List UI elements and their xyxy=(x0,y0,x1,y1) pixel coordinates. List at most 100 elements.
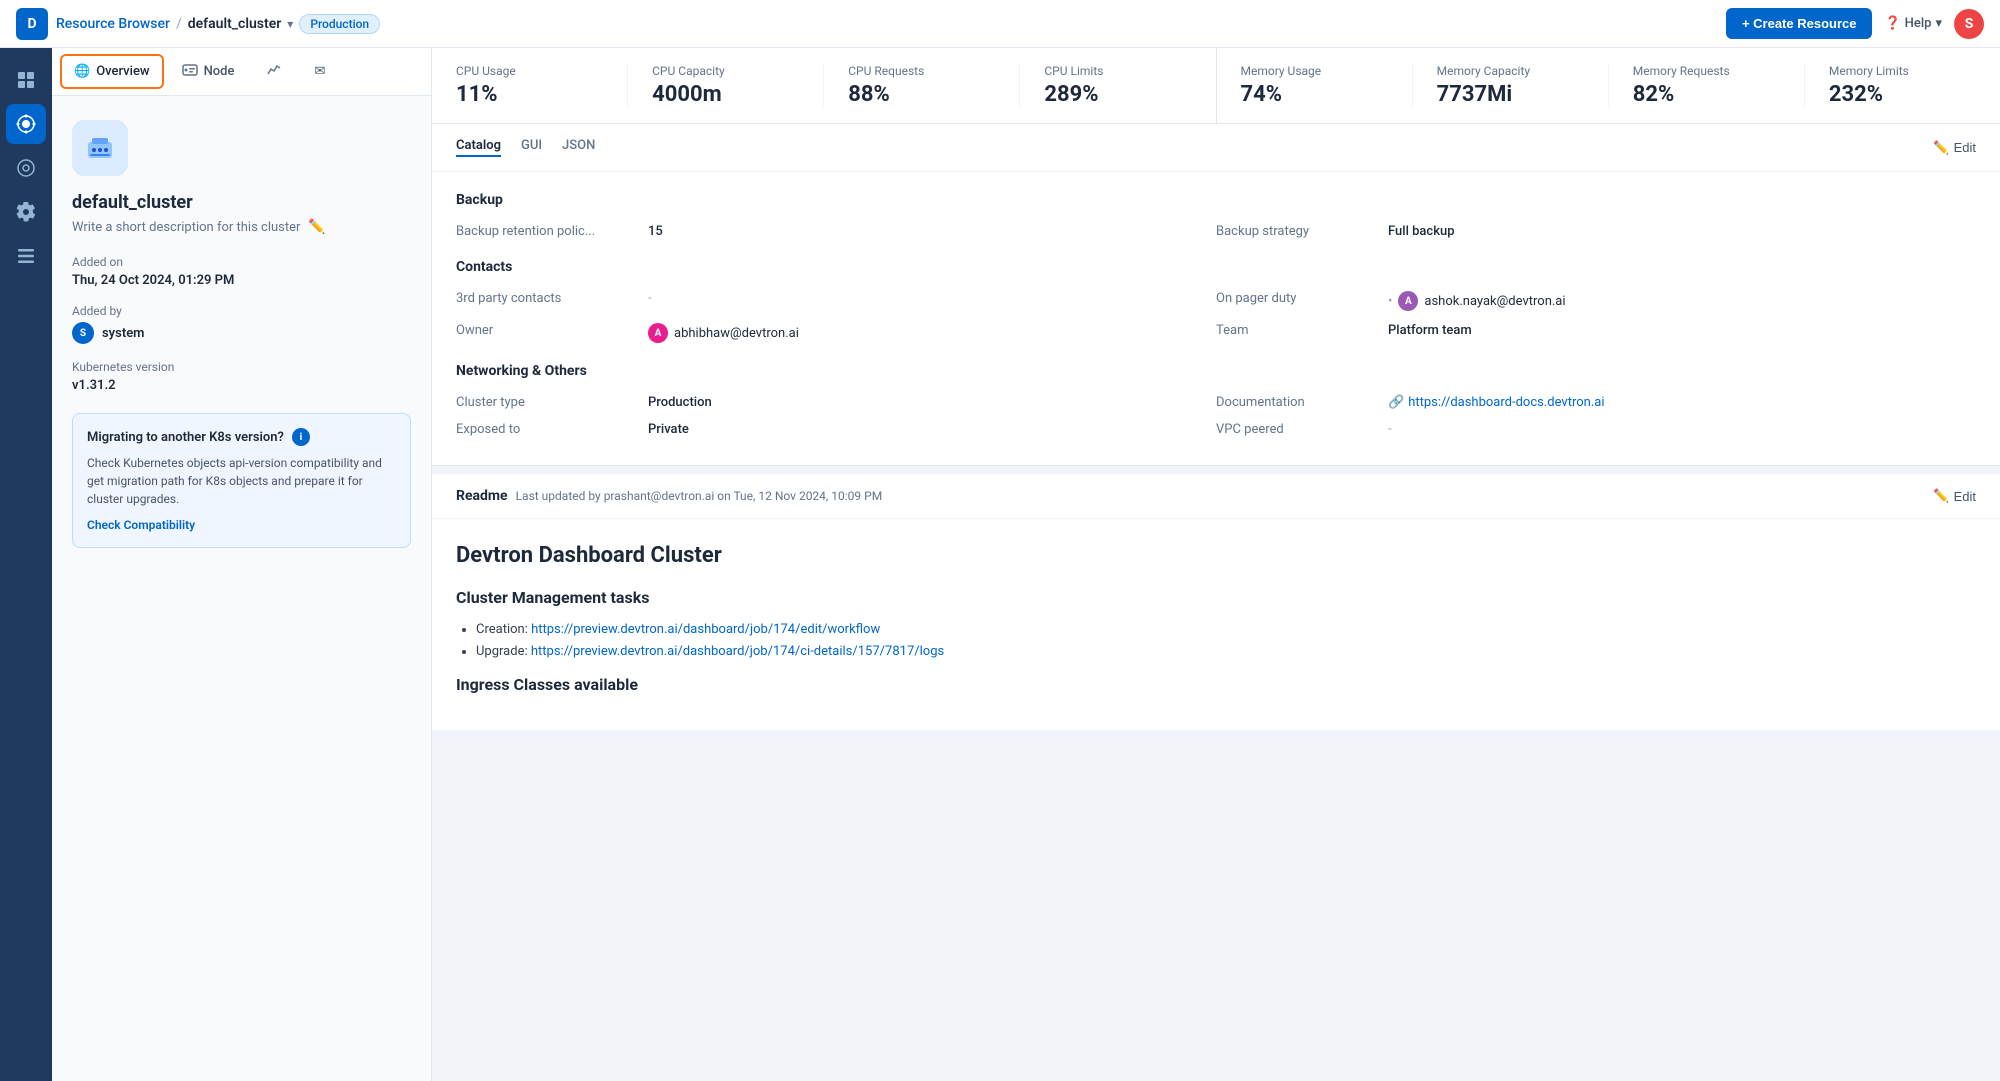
on-pager-duty-label: On pager duty xyxy=(1216,291,1376,306)
added-on-label: Added on xyxy=(72,255,411,269)
cpu-capacity-value: 4000m xyxy=(652,82,799,107)
cluster-name-breadcrumb: default_cluster xyxy=(188,16,282,32)
cpu-requests-label: CPU Requests xyxy=(848,64,995,78)
help-label: Help xyxy=(1905,16,1932,31)
migration-title: Migrating to another K8s version? i xyxy=(87,428,396,446)
memory-usage-metric: Memory Usage 74% xyxy=(1217,64,1413,107)
tab-envelope[interactable]: ✉ xyxy=(300,54,339,89)
memory-limits-value: 232% xyxy=(1829,82,1976,107)
memory-requests-value: 82% xyxy=(1633,82,1780,107)
link-icon: 🔗 xyxy=(1388,395,1404,410)
cpu-usage-value: 11% xyxy=(456,82,603,107)
memory-limits-metric: Memory Limits 232% xyxy=(1805,64,2000,107)
resource-browser-link[interactable]: Resource Browser xyxy=(56,16,170,32)
memory-metrics-group: Memory Usage 74% Memory Capacity 7737Mi … xyxy=(1217,48,2000,123)
documentation-link[interactable]: https://dashboard-docs.devtron.ai xyxy=(1408,395,1604,410)
overview-tab-label: Overview xyxy=(96,64,149,79)
breadcrumb-separator: / xyxy=(176,16,182,32)
team-value: Platform team xyxy=(1388,323,1472,338)
cluster-type-value: Production xyxy=(648,395,712,410)
cpu-requests-value: 88% xyxy=(848,82,995,107)
chart-tab-icon xyxy=(266,62,282,82)
added-by-section: Added by S system xyxy=(72,304,411,344)
memory-capacity-value: 7737Mi xyxy=(1437,82,1584,107)
tab-chart[interactable] xyxy=(252,52,296,92)
app-layout: 🌐 Overview Node xyxy=(0,48,2000,1081)
edit-description-icon[interactable]: ✏️ xyxy=(308,219,325,235)
readme-ingress-title: Ingress Classes available xyxy=(456,675,1976,694)
catalog-card: Catalog GUI JSON ✏️ Edit Backup Backup r… xyxy=(432,124,2000,466)
edit-pencil-icon: ✏️ xyxy=(1933,140,1949,156)
overview-tab-icon: 🌐 xyxy=(74,64,90,79)
top-navigation: D Resource Browser / default_cluster ▾ P… xyxy=(0,0,2000,48)
readme-main-title: Devtron Dashboard Cluster xyxy=(456,543,1976,568)
contacts-section-title: Contacts xyxy=(456,259,1976,275)
sidebar-item-global-config[interactable] xyxy=(6,236,46,276)
added-by-label: Added by xyxy=(72,304,411,318)
catalog-tab-gui[interactable]: GUI xyxy=(521,138,542,157)
help-button[interactable]: ❓ Help ▾ xyxy=(1884,16,1942,31)
left-panel: 🌐 Overview Node xyxy=(52,48,432,1081)
cpu-limits-value: 289% xyxy=(1044,82,1191,107)
readme-title: Readme xyxy=(456,488,508,504)
tabs-bar: 🌐 Overview Node xyxy=(52,48,431,96)
migration-info-badge: i xyxy=(292,428,310,446)
tab-overview[interactable]: 🌐 Overview xyxy=(60,54,164,89)
cluster-info-panel: default_cluster Write a short descriptio… xyxy=(52,96,431,1081)
environment-badge[interactable]: Production xyxy=(299,14,380,34)
readme-updated-text: Last updated by prashant@devtron.ai on T… xyxy=(516,489,883,503)
owner-value: abhibhaw@devtron.ai xyxy=(674,326,799,341)
check-compatibility-link[interactable]: Check Compatibility xyxy=(87,518,195,532)
sidebar-item-dashboard[interactable] xyxy=(6,60,46,100)
third-party-contacts-value: - xyxy=(648,291,652,306)
metrics-bar: CPU Usage 11% CPU Capacity 4000m CPU Req… xyxy=(432,48,2000,124)
memory-usage-value: 74% xyxy=(1241,82,1388,107)
cpu-capacity-metric: CPU Capacity 4000m xyxy=(628,64,824,107)
catalog-header: Catalog GUI JSON ✏️ Edit xyxy=(432,124,2000,172)
tab-node[interactable]: Node xyxy=(168,52,249,92)
upgrade-link[interactable]: https://preview.devtron.ai/dashboard/job… xyxy=(531,644,944,659)
catalog-tab-catalog[interactable]: Catalog xyxy=(456,138,501,157)
sidebar-item-resources[interactable] xyxy=(6,104,46,144)
create-resource-button[interactable]: + Create Resource xyxy=(1726,8,1873,39)
readme-body: Devtron Dashboard Cluster Cluster Manage… xyxy=(432,519,2000,730)
owner-avatar: A xyxy=(648,323,668,343)
readme-cluster-mgmt-title: Cluster Management tasks xyxy=(456,588,1976,607)
main-content: CPU Usage 11% CPU Capacity 4000m CPU Req… xyxy=(432,48,2000,1081)
memory-capacity-label: Memory Capacity xyxy=(1437,64,1584,78)
exposed-to-label: Exposed to xyxy=(456,422,636,437)
cluster-dropdown-chevron[interactable]: ▾ xyxy=(287,17,293,31)
vpc-peered-value: - xyxy=(1388,422,1392,437)
system-avatar: S xyxy=(72,322,94,344)
sidebar-item-settings[interactable] xyxy=(6,192,46,232)
backup-retention-label: Backup retention polic... xyxy=(456,224,636,239)
pager-duty-value: ashok.nayak@devtron.ai xyxy=(1424,294,1565,309)
memory-capacity-metric: Memory Capacity 7737Mi xyxy=(1413,64,1609,107)
catalog-body: Backup Backup retention polic... 15 Back… xyxy=(432,172,2000,465)
content-area: Catalog GUI JSON ✏️ Edit Backup Backup r… xyxy=(432,124,2000,1081)
readme-list: Creation: https://preview.devtron.ai/das… xyxy=(456,619,1976,663)
third-party-contacts-label: 3rd party contacts xyxy=(456,291,636,306)
list-item: Upgrade: https://preview.devtron.ai/dash… xyxy=(476,641,1976,663)
user-avatar[interactable]: S xyxy=(1954,9,1984,39)
added-on-section: Added on Thu, 24 Oct 2024, 01:29 PM xyxy=(72,255,411,288)
devtron-logo[interactable]: D xyxy=(16,8,48,40)
exposed-to-value: Private xyxy=(648,422,689,437)
creation-link[interactable]: https://preview.devtron.ai/dashboard/job… xyxy=(531,622,880,637)
cluster-icon xyxy=(72,120,128,176)
sidebar-item-security[interactable] xyxy=(6,148,46,188)
list-item: Creation: https://preview.devtron.ai/das… xyxy=(476,619,1976,641)
catalog-edit-button[interactable]: ✏️ Edit xyxy=(1933,140,1976,156)
migration-card: Migrating to another K8s version? i Chec… xyxy=(72,413,411,548)
question-icon: ❓ xyxy=(1884,16,1900,31)
cluster-description: Write a short description for this clust… xyxy=(72,219,411,235)
readme-edit-button[interactable]: ✏️ Edit xyxy=(1933,488,1976,504)
k8s-version-section: Kubernetes version v1.31.2 xyxy=(72,360,411,393)
node-tab-label: Node xyxy=(204,64,235,79)
catalog-tab-json[interactable]: JSON xyxy=(562,138,595,157)
added-by-name: system xyxy=(102,326,144,341)
k8s-version: v1.31.2 xyxy=(72,378,411,393)
catalog-tabs: Catalog GUI JSON xyxy=(456,138,595,157)
cpu-usage-label: CPU Usage xyxy=(456,64,603,78)
team-label: Team xyxy=(1216,323,1376,338)
